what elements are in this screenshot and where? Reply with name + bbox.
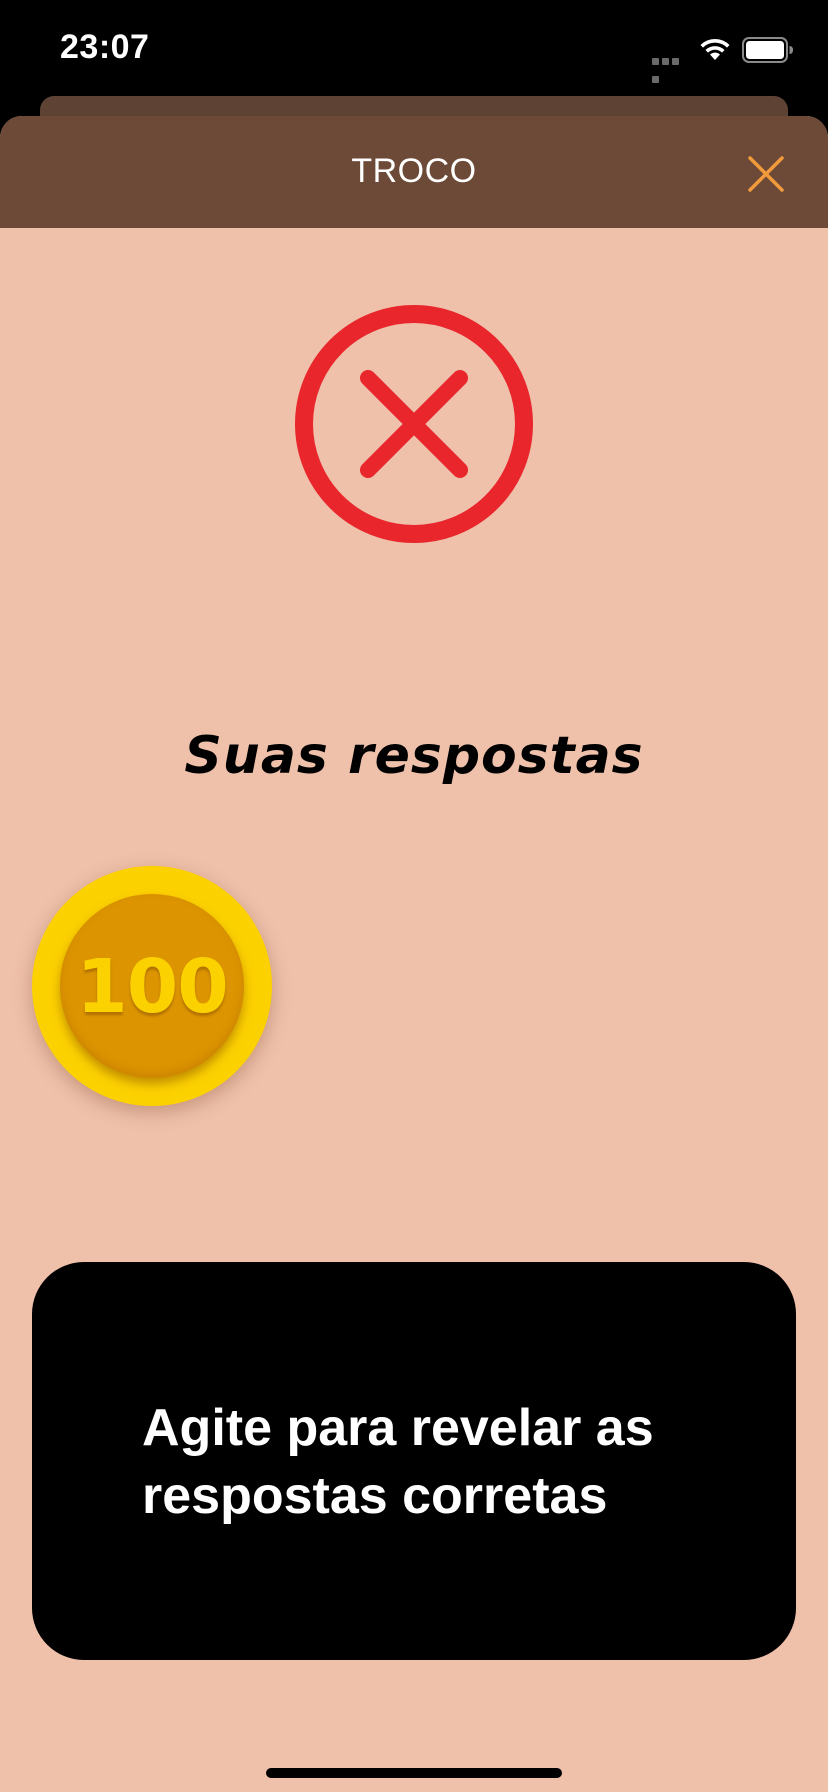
status-bar: 23:07 (0, 0, 828, 100)
battery-icon (742, 37, 793, 63)
coin-value: 100 (76, 944, 228, 1030)
page-title: TROCO (351, 152, 477, 190)
answer-coin[interactable]: 100 (32, 866, 272, 1106)
wrong-answer-icon (295, 305, 533, 543)
reveal-answers-card: Agite para revelar as respostas corretas (32, 1262, 796, 1660)
modal-sheet: TROCO Suas respostas 100 Agite para reve… (0, 116, 828, 1792)
wifi-icon (700, 38, 730, 60)
answers-heading: Suas respostas (184, 726, 644, 786)
home-indicator (266, 1768, 562, 1778)
status-time: 23:07 (60, 28, 150, 66)
cellular-signal-icon (652, 52, 690, 83)
nav-bar: TROCO (0, 116, 828, 228)
reveal-message: Agite para revelar as respostas corretas (142, 1399, 654, 1525)
close-icon[interactable] (742, 150, 790, 198)
